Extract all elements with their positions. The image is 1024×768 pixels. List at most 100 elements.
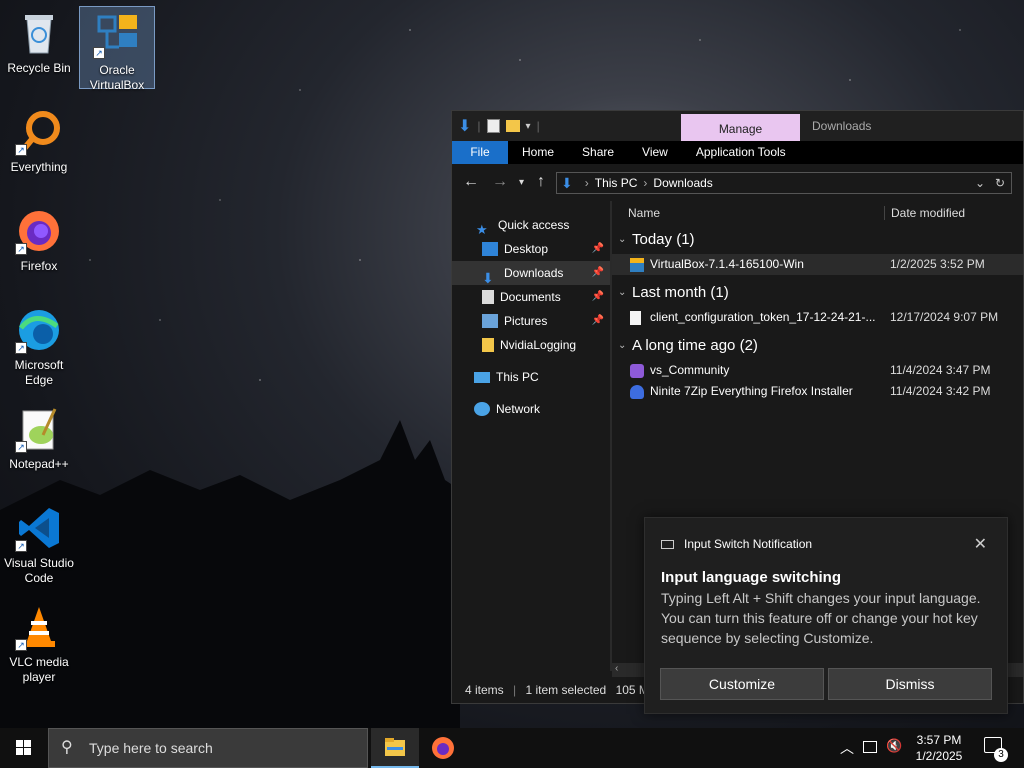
show-hidden-icons-chevron-icon[interactable]: ︿ [840, 738, 854, 758]
taskbar-clock[interactable]: 3:57 PM 1/2/2025 [904, 732, 974, 764]
file-row[interactable]: client_configuration_token_17-12-24-21-.… [612, 307, 1023, 328]
up-arrow-icon[interactable]: ↑ [537, 173, 545, 191]
address-dropdown-icon[interactable]: ⌄ [975, 176, 985, 190]
desktop-icon-label: Firefox [20, 259, 58, 273]
nav-item-network[interactable]: Network [452, 397, 610, 421]
nav-item-quick-access[interactable]: ★ Quick access [452, 213, 610, 237]
nav-item-label: Pictures [504, 314, 548, 328]
desktop-icon-recycle-bin[interactable]: Recycle Bin [1, 5, 77, 76]
nav-item-label: Downloads [504, 266, 564, 280]
nav-item-documents[interactable]: Documents 📌 [452, 285, 610, 309]
desktop-icon-virtualbox[interactable]: ↗ Oracle VirtualBox [79, 6, 155, 92]
file-name: Ninite 7Zip Everything Firefox Installer [650, 384, 853, 398]
quick-access-toolbar: ⬇ | ▾ | [458, 118, 540, 135]
taskbar-file-explorer[interactable] [371, 728, 419, 768]
customize-qat-icon[interactable]: ▾ [526, 121, 531, 132]
shortcut-arrow-icon: ↗ [15, 639, 27, 651]
nav-item-desktop[interactable]: Desktop 📌 [452, 237, 610, 261]
taskbar: ⚲ Type here to search ︿ 🔇 3 3:57 PM 1/2/… [0, 728, 1024, 768]
desktop-icon-edge[interactable]: ↗ Microsoft Edge [1, 302, 77, 388]
column-header-date-modified[interactable]: Date modified [884, 206, 965, 220]
desktop-icon-vlc[interactable]: ↗ VLC media player [1, 599, 77, 685]
recent-locations-chevron-icon[interactable]: ▾ [519, 177, 524, 188]
breadcrumb-downloads[interactable]: Downloads [653, 176, 712, 190]
window-title: Downloads [812, 119, 872, 133]
vlc-icon: ↗ [15, 603, 63, 651]
virtualbox-icon: ↗ [93, 11, 141, 59]
nav-item-label: Documents [500, 290, 561, 304]
visual-studio-icon [630, 364, 644, 378]
shortcut-arrow-icon: ↗ [15, 144, 27, 156]
refresh-icon[interactable]: ↻ [995, 176, 1005, 190]
desktop-icon-label: Recycle Bin [7, 61, 71, 75]
new-folder-icon[interactable] [505, 120, 520, 132]
nav-item-nvidialogging[interactable]: NvidiaLogging [452, 333, 610, 357]
downloads-folder-icon: ⬇ [482, 270, 494, 286]
taskbar-search-box[interactable]: ⚲ Type here to search [48, 728, 368, 768]
customize-button[interactable]: Customize [660, 668, 824, 700]
tab-home[interactable]: Home [508, 141, 568, 164]
properties-icon[interactable] [486, 119, 500, 133]
pin-icon[interactable]: 📌 [592, 285, 604, 309]
nav-item-this-pc[interactable]: This PC [452, 365, 610, 389]
notification-count-badge: 3 [994, 748, 1008, 762]
status-selected: 1 item selected [525, 683, 607, 697]
address-bar[interactable]: ⬇ › This PC › Downloads ⌄ ↻ [556, 172, 1012, 194]
notepad-plus-plus-icon: ↗ [15, 405, 63, 453]
downloads-folder-icon: ⬇ [561, 174, 573, 191]
nav-item-downloads[interactable]: ⬇ Downloads 📌 [452, 261, 610, 286]
file-row[interactable]: Ninite 7Zip Everything Firefox Installer… [612, 381, 1023, 402]
volume-muted-icon[interactable]: 🔇 [886, 738, 902, 754]
file-row[interactable]: VirtualBox-7.1.4-165100-Win 1/2/2025 3:5… [612, 254, 1023, 275]
clock-date: 1/2/2025 [915, 749, 963, 763]
notification-app-name: Input Switch Notification [684, 537, 813, 551]
shortcut-arrow-icon: ↗ [93, 47, 105, 59]
desktop-folder-icon [482, 242, 498, 256]
back-arrow-icon[interactable]: ← [463, 173, 479, 191]
group-header-today[interactable]: ⌄ Today (1) [612, 225, 1023, 254]
shortcut-arrow-icon: ↗ [15, 243, 27, 255]
file-explorer-icon [385, 738, 405, 756]
edge-icon: ↗ [15, 306, 63, 354]
desktop-icon-label: VLC media player [9, 655, 69, 684]
desktop-icon-notepadpp[interactable]: ↗ Notepad++ [1, 401, 77, 472]
star-icon: ★ [476, 222, 488, 237]
nav-item-pictures[interactable]: Pictures 📌 [452, 309, 610, 333]
desktop-icon-everything[interactable]: ↗ Everything [1, 104, 77, 175]
file-name: vs_Community [650, 363, 730, 377]
tab-file[interactable]: File [452, 141, 508, 164]
pin-icon[interactable]: 📌 [592, 261, 604, 285]
tab-application-tools[interactable]: Application Tools [682, 141, 800, 164]
file-name: VirtualBox-7.1.4-165100-Win [650, 257, 804, 271]
breadcrumb-separator-icon: › [584, 176, 589, 190]
dismiss-button[interactable]: Dismiss [828, 668, 992, 700]
pin-icon[interactable]: 📌 [592, 309, 604, 333]
desktop-icon-vscode[interactable]: ↗ Visual Studio Code [1, 500, 77, 586]
windows-logo-icon [16, 740, 31, 755]
vscode-icon: ↗ [15, 504, 63, 552]
scroll-left-icon[interactable]: ‹ [615, 663, 618, 674]
tab-view[interactable]: View [628, 141, 682, 164]
start-button[interactable] [0, 728, 48, 768]
forward-arrow-icon[interactable]: → [492, 173, 508, 191]
taskbar-firefox[interactable] [419, 728, 467, 768]
file-date: 1/2/2025 3:52 PM [890, 257, 985, 271]
document-icon [630, 311, 641, 325]
documents-folder-icon [482, 290, 494, 304]
column-header-name[interactable]: Name [628, 206, 660, 220]
group-label: Today (1) [632, 231, 695, 248]
close-icon[interactable]: ✕ [974, 534, 987, 554]
group-header-last-month[interactable]: ⌄ Last month (1) [612, 278, 1023, 307]
status-item-count: 4 items [465, 683, 504, 697]
firefox-icon: ↗ [15, 207, 63, 255]
breadcrumb-separator-icon: › [643, 176, 648, 190]
tab-manage[interactable]: Manage [681, 114, 800, 141]
desktop-icon-firefox[interactable]: ↗ Firefox [1, 203, 77, 274]
network-status-icon[interactable] [863, 741, 877, 753]
pin-icon[interactable]: 📌 [592, 237, 604, 261]
tab-share[interactable]: Share [568, 141, 628, 164]
network-icon [474, 402, 490, 416]
breadcrumb-this-pc[interactable]: This PC [595, 176, 638, 190]
file-row[interactable]: vs_Community 11/4/2024 3:47 PM [612, 360, 1023, 381]
group-header-long-time-ago[interactable]: ⌄ A long time ago (2) [612, 331, 1023, 360]
